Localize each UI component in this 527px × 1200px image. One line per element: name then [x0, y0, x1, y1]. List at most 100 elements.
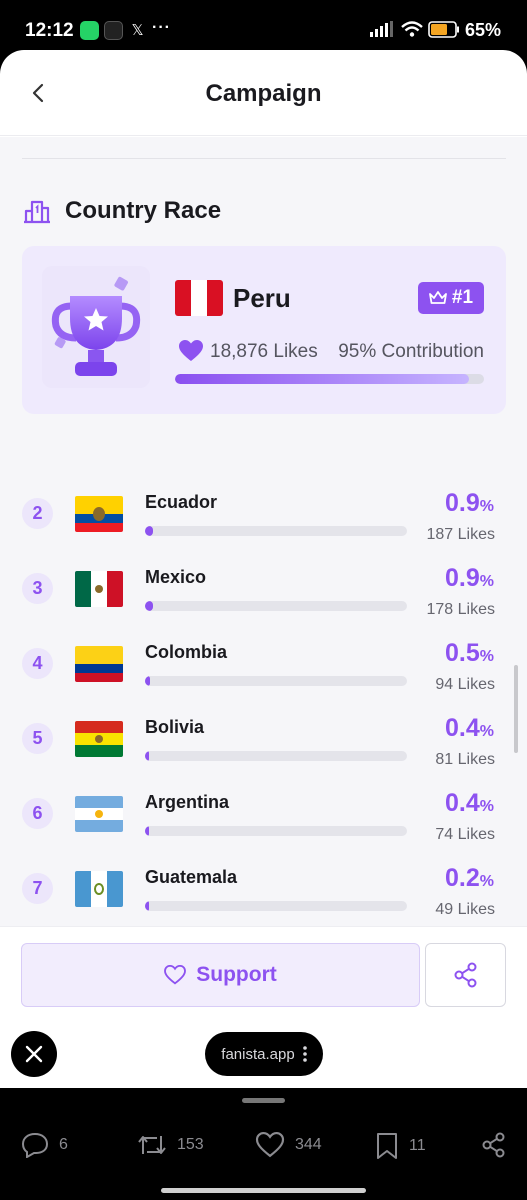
contribution-percent: 0.5% — [445, 639, 494, 668]
like-count: 344 — [295, 1136, 322, 1153]
progress-fill — [145, 526, 154, 536]
progress-fill — [145, 826, 149, 836]
wifi-icon — [401, 21, 423, 37]
contribution-percent: 0.4% — [445, 789, 494, 818]
retweet-icon — [138, 1136, 166, 1154]
contribution-percent: 0.9% — [445, 564, 494, 593]
share-icon — [454, 962, 476, 988]
tiktok-icon — [104, 21, 123, 40]
percent-value: 0.5 — [445, 639, 480, 667]
contribution-percent: 0.9% — [445, 489, 494, 518]
country-row[interactable]: 7 Guatemala 0.2% 49 Likes — [0, 861, 527, 926]
country-name: Argentina — [145, 792, 230, 812]
more-vertical-icon[interactable] — [302, 1045, 307, 1063]
podium-icon — [24, 200, 50, 224]
section-title: Country Race — [65, 197, 222, 224]
close-icon — [25, 1045, 43, 1063]
share-tweet-action[interactable] — [481, 1132, 507, 1158]
battery-icon — [428, 21, 459, 38]
colombia-flag-icon — [75, 646, 123, 682]
country-name: Guatemala — [145, 867, 238, 887]
country-name: Bolivia — [145, 717, 205, 737]
country-likes: 74 Likes — [435, 826, 495, 843]
progress-track — [145, 901, 407, 911]
url-text: fanista.app — [221, 1045, 295, 1063]
leader-progress-fill — [175, 374, 469, 384]
reply-action[interactable]: 6 — [21, 1132, 68, 1158]
peru-flag-icon — [175, 280, 223, 316]
contribution-percent: 0.2% — [445, 864, 494, 893]
progress-fill — [145, 751, 149, 761]
like-icon — [255, 1132, 285, 1158]
rank-badge-label: #1 — [451, 287, 474, 308]
country-likes: 187 Likes — [426, 526, 496, 543]
percent-unit: % — [479, 648, 494, 665]
country-name: Mexico — [145, 567, 207, 587]
bookmark-action[interactable]: 11 — [375, 1132, 426, 1160]
retweet-action[interactable]: 153 — [137, 1132, 204, 1158]
progress-fill — [145, 901, 149, 911]
percent-value: 0.4 — [445, 714, 480, 742]
campaign-sheet: Campaign Country Race Peru #1 18,876 Lik… — [0, 50, 527, 1088]
rank-badge: #1 — [418, 282, 484, 314]
whatsapp-icon — [80, 21, 99, 40]
country-row[interactable]: 4 Colombia 0.5% 94 Likes — [0, 636, 527, 711]
leader-contribution: 95% Contribution — [338, 341, 484, 362]
reply-count: 6 — [59, 1136, 68, 1153]
like-action[interactable]: 344 — [255, 1132, 322, 1158]
progress-track — [145, 601, 407, 611]
support-button[interactable]: Support — [21, 943, 420, 1007]
progress-track — [145, 826, 407, 836]
bookmark-icon — [377, 1133, 397, 1159]
close-browser-button[interactable] — [11, 1031, 57, 1077]
trophy-icon — [42, 266, 150, 388]
ecuador-flag-icon — [75, 496, 123, 532]
country-likes: 49 Likes — [435, 901, 495, 918]
tweet-action-bar: 6 153 344 11 — [0, 1088, 527, 1200]
divider — [22, 158, 506, 159]
reply-icon — [21, 1132, 49, 1158]
x-icon: 𝕏 — [131, 22, 144, 39]
percent-unit: % — [479, 573, 494, 590]
percent-value: 0.9 — [445, 564, 480, 592]
country-row[interactable]: 6 Argentina 0.4% 74 Likes — [0, 786, 527, 861]
country-name: Ecuador — [145, 492, 218, 512]
guatemala-flag-icon — [75, 871, 123, 907]
country-likes: 178 Likes — [426, 601, 496, 618]
country-row[interactable]: 5 Bolivia 0.4% 81 Likes — [0, 711, 527, 786]
leader-card[interactable]: Peru #1 18,876 Likes 95% Contribution — [22, 246, 506, 414]
rank-number: 3 — [22, 573, 53, 604]
percent-unit: % — [479, 723, 494, 740]
share-tweet-icon — [482, 1132, 505, 1158]
heart-outline-icon — [164, 965, 187, 985]
share-button[interactable] — [425, 943, 506, 1007]
contribution-percent: 0.4% — [445, 714, 494, 743]
retweet-count: 153 — [177, 1136, 204, 1153]
rank-number: 5 — [22, 723, 53, 754]
bolivia-flag-icon — [75, 721, 123, 757]
url-pill[interactable]: fanista.app — [205, 1032, 323, 1076]
rank-number: 2 — [22, 498, 53, 529]
heart-icon — [179, 340, 203, 361]
drag-handle[interactable] — [242, 1098, 285, 1103]
system-indicators: 65% — [369, 20, 501, 41]
country-race-content[interactable]: Country Race Peru #1 18,876 Likes 95% Co… — [0, 137, 527, 926]
percent-value: 0.4 — [445, 789, 480, 817]
percent-unit: % — [479, 873, 494, 890]
percent-unit: % — [479, 798, 494, 815]
percent-value: 0.9 — [445, 489, 480, 517]
home-indicator[interactable] — [161, 1188, 366, 1193]
progress-fill — [145, 676, 150, 686]
more-notifications-icon: ··· — [152, 19, 171, 36]
country-row[interactable]: 2 Ecuador 0.9% 187 Likes — [0, 486, 527, 561]
progress-track — [145, 751, 407, 761]
percent-value: 0.2 — [445, 864, 480, 892]
progress-track — [145, 676, 407, 686]
rank-number: 4 — [22, 648, 53, 679]
leader-likes: 18,876 Likes — [210, 341, 318, 362]
scrollbar[interactable] — [514, 665, 518, 753]
country-likes: 81 Likes — [435, 751, 495, 768]
leader-progress-track — [175, 374, 484, 384]
support-label: Support — [196, 963, 277, 986]
country-row[interactable]: 3 Mexico 0.9% 178 Likes — [0, 561, 527, 636]
